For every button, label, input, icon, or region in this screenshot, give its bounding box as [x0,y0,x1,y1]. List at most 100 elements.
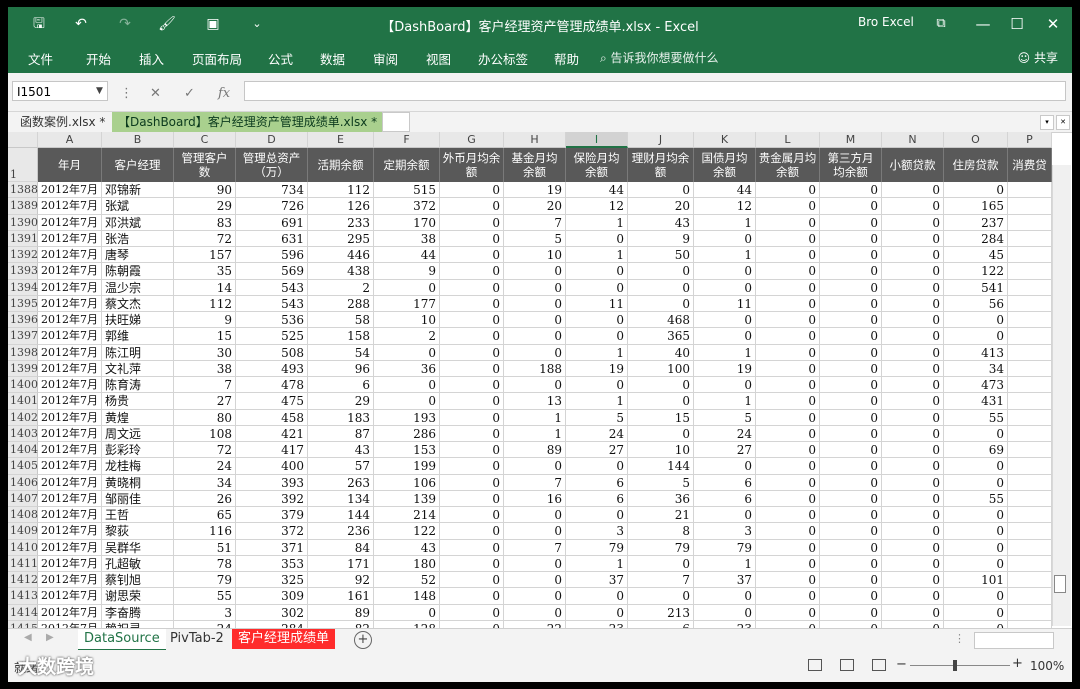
table-header-cell[interactable]: 定期余额 [374,148,440,182]
table-cell[interactable]: 0 [694,312,756,329]
table-cell[interactable]: 3 [694,523,756,540]
name-box[interactable]: I1501 [12,81,108,101]
confirm-entry-icon[interactable]: ✓ [184,86,195,101]
row-header[interactable]: 1409 [8,523,38,540]
table-cell[interactable]: 0 [882,263,944,280]
table-cell[interactable]: 19 [504,182,566,199]
table-cell-year-month[interactable]: 2012年7月 [38,377,102,394]
table-cell[interactable]: 0 [440,263,504,280]
table-cell[interactable] [1008,344,1052,361]
table-cell[interactable]: 92 [308,572,374,589]
table-cell[interactable]: 0 [694,279,756,296]
table-cell[interactable]: 309 [236,588,308,605]
table-cell[interactable]: 11 [694,295,756,312]
table-cell-manager[interactable]: 陈江明 [102,344,174,361]
table-cell-year-month[interactable]: 2012年7月 [38,182,102,199]
table-cell[interactable]: 734 [236,182,308,199]
column-header-k[interactable]: K [694,132,756,148]
table-cell[interactable]: 438 [308,263,374,280]
table-cell[interactable]: 0 [756,409,820,426]
table-cell[interactable]: 0 [440,360,504,377]
table-cell[interactable]: 37 [566,572,628,589]
table-cell[interactable]: 0 [820,263,882,280]
row-header[interactable]: 1397 [8,328,38,345]
table-cell-manager[interactable]: 杨贵 [102,393,174,410]
column-header-j[interactable]: J [628,132,694,148]
table-cell[interactable]: 90 [174,182,236,199]
table-cell[interactable]: 233 [308,214,374,231]
row-header[interactable]: 1390 [8,214,38,231]
column-header-a[interactable]: A [38,132,102,148]
column-header-g[interactable]: G [440,132,504,148]
table-cell[interactable]: 55 [944,490,1008,507]
table-cell[interactable]: 214 [374,507,440,524]
table-cell-year-month[interactable]: 2012年7月 [38,247,102,264]
table-cell[interactable]: 0 [756,360,820,377]
tell-me-box[interactable]: ⌕ 告诉我你想要做什么 [600,49,719,66]
zoom-out-icon[interactable]: − [896,657,907,672]
tab-page-layout[interactable]: 页面布局 [192,49,242,68]
sheet-tab-pivtab-2[interactable]: PivTab-2 [164,629,230,649]
table-cell[interactable]: 9 [374,263,440,280]
table-cell[interactable]: 199 [374,458,440,475]
table-cell[interactable]: 413 [944,344,1008,361]
table-cell[interactable]: 0 [504,572,566,589]
table-cell[interactable]: 12 [566,198,628,215]
table-cell[interactable] [1008,230,1052,247]
table-cell[interactable]: 171 [308,555,374,572]
table-cell[interactable]: 0 [882,198,944,215]
table-cell[interactable]: 106 [374,474,440,491]
column-header-i[interactable]: I [566,132,628,148]
table-cell[interactable]: 541 [944,279,1008,296]
table-cell[interactable]: 0 [882,312,944,329]
table-cell[interactable]: 43 [628,214,694,231]
table-cell[interactable]: 0 [440,458,504,475]
table-cell[interactable]: 493 [236,360,308,377]
table-cell[interactable]: 0 [820,555,882,572]
table-header-cell[interactable]: 活期余额 [308,148,374,182]
tab-office-tab[interactable]: 办公标签 [478,49,528,68]
table-cell-year-month[interactable]: 2012年7月 [38,604,102,621]
table-cell[interactable]: 0 [820,507,882,524]
table-cell[interactable]: 193 [374,409,440,426]
table-cell[interactable]: 0 [882,409,944,426]
table-cell[interactable]: 0 [820,344,882,361]
table-cell[interactable]: 0 [628,555,694,572]
table-cell[interactable]: 726 [236,198,308,215]
table-cell[interactable]: 543 [236,295,308,312]
table-cell[interactable]: 0 [944,312,1008,329]
table-cell[interactable]: 0 [694,507,756,524]
table-cell-manager[interactable]: 黎荻 [102,523,174,540]
table-cell[interactable]: 153 [374,442,440,459]
sheet-tab-datasource[interactable]: DataSource [78,629,166,651]
table-cell[interactable]: 0 [820,295,882,312]
name-box-dropdown-icon[interactable]: ▼ [96,81,103,101]
table-cell[interactable]: 0 [820,474,882,491]
table-cell-manager[interactable]: 邓锦新 [102,182,174,199]
table-cell[interactable] [1008,182,1052,199]
table-cell[interactable]: 0 [944,425,1008,442]
column-header-d[interactable]: D [236,132,308,148]
column-header-f[interactable]: F [374,132,440,148]
row-header[interactable]: 1402 [8,409,38,426]
table-cell[interactable]: 417 [236,442,308,459]
table-cell[interactable]: 6 [308,377,374,394]
table-cell[interactable]: 14 [174,279,236,296]
table-cell-manager[interactable]: 唐琴 [102,247,174,264]
table-cell[interactable]: 0 [566,507,628,524]
table-cell[interactable]: 79 [566,539,628,556]
table-cell[interactable]: 631 [236,230,308,247]
table-cell[interactable]: 263 [308,474,374,491]
table-cell[interactable]: 37 [694,572,756,589]
table-cell-manager[interactable]: 周文远 [102,425,174,442]
table-cell[interactable]: 0 [440,393,504,410]
row-header[interactable]: 1410 [8,539,38,556]
table-cell[interactable]: 302 [236,604,308,621]
table-cell[interactable]: 0 [374,604,440,621]
table-cell[interactable]: 0 [628,279,694,296]
zoom-level[interactable]: 100% [1030,659,1064,673]
table-cell[interactable]: 0 [882,458,944,475]
table-header-cell[interactable]: 客户经理 [102,148,174,182]
table-cell[interactable]: 7 [504,214,566,231]
table-cell[interactable]: 0 [820,490,882,507]
